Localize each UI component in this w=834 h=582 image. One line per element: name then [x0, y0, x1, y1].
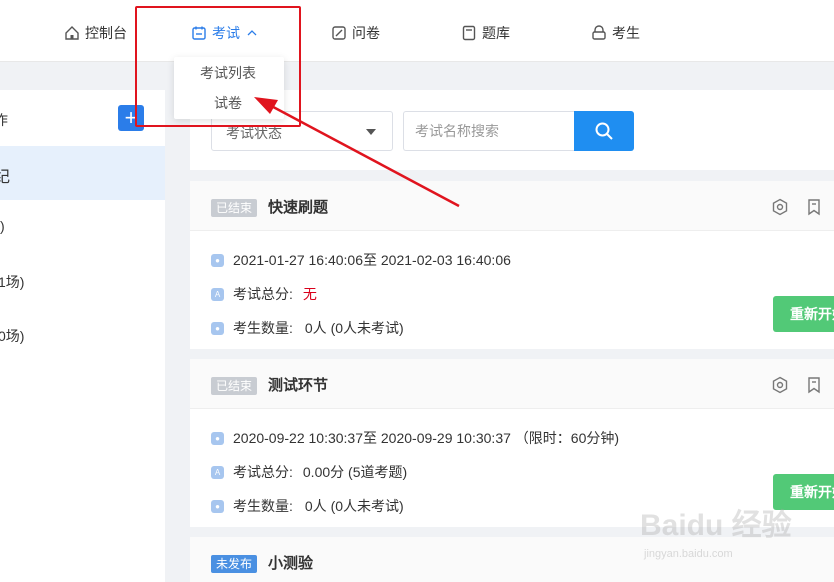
people-icon: ● — [211, 321, 224, 335]
baidu-watermark: Baidu 经验 jingyan.baidu.com — [640, 490, 820, 570]
status-badge: 未发布 — [211, 555, 258, 573]
dropdown-item-paper[interactable]: 试卷 — [214, 93, 242, 113]
exam-title[interactable]: 快速刷题 — [268, 196, 328, 217]
bookmark-icon[interactable] — [805, 198, 823, 216]
score-value: 0.00分 (5道考题) — [302, 464, 408, 480]
add-category-button[interactable]: + — [118, 105, 144, 131]
exam-time-row: ● 2020-09-22 10:30:37至 2020-09-29 10:30:… — [211, 428, 619, 448]
clock-icon: ● — [211, 253, 224, 267]
exam-card: 已结束 快速刷题 ● 2021-01-27 16:40:06至 2021-02-… — [190, 181, 834, 349]
nav-label: 考生 — [612, 25, 640, 41]
nav-label: 控制台 — [85, 25, 127, 41]
exam-name-search-input[interactable] — [403, 111, 575, 151]
score-icon: A — [211, 287, 224, 301]
card-header: 已结束 测试环节 — [190, 359, 834, 409]
count-value: 0人 (0人未考试) — [304, 320, 404, 336]
nav-label: 问卷 — [352, 25, 380, 41]
exam-time-row: ● 2021-01-27 16:40:06至 2021-02-03 16:40:… — [211, 250, 511, 270]
bookmark-icon[interactable] — [805, 376, 823, 394]
score-value: 无 — [302, 286, 317, 302]
plus-icon: + — [124, 105, 138, 130]
card-header: 已结束 快速刷题 — [190, 181, 834, 231]
score-label: 考试总分: — [233, 286, 293, 302]
watermark-url: jingyan.baidu.com — [644, 548, 733, 560]
exam-title[interactable]: 测试环节 — [268, 374, 328, 395]
top-nav: 控制台 考试 问卷 题库 考生 — [0, 0, 834, 62]
sidebar: 作 + 纪 ) 1场) 0场) — [0, 62, 165, 582]
sidebar-item-active[interactable] — [0, 146, 165, 200]
count-label: 考生数量: — [233, 498, 293, 514]
restart-button[interactable]: 重新开始 — [773, 296, 834, 332]
exam-time: 2020-09-22 10:30:37至 2020-09-29 10:30:37… — [233, 430, 620, 446]
exam-title[interactable]: 小测验 — [268, 552, 313, 573]
home-icon — [65, 26, 79, 40]
dropdown-item-exam-list[interactable]: 考试列表 — [200, 63, 256, 83]
nav-item-examinee[interactable]: 考生 — [591, 22, 640, 44]
book-icon — [462, 25, 476, 41]
nav-item-dashboard[interactable]: 控制台 — [64, 22, 127, 44]
nav-item-exam[interactable]: 考试 — [191, 22, 258, 44]
exam-count-row: ● 考生数量: 0人 (0人未考试) — [211, 496, 404, 516]
calendar-icon — [192, 26, 206, 40]
clock-icon: ● — [211, 431, 224, 445]
nav-label: 题库 — [482, 25, 510, 41]
sidebar-item-1[interactable]: ) — [0, 218, 5, 234]
exam-score-row: A 考试总分: 无 — [211, 284, 317, 304]
watermark-brand: Baidu 经验 — [640, 509, 792, 542]
exam-dropdown-menu: 考试列表 试卷 — [174, 57, 284, 119]
settings-icon[interactable] — [771, 376, 789, 394]
exam-count-row: ● 考生数量: 0人 (0人未考试) — [211, 318, 404, 338]
sidebar-item-3[interactable]: 0场) — [0, 326, 24, 346]
people-icon: ● — [211, 499, 224, 513]
sidebar-active-label: 纪 — [0, 169, 11, 186]
nav-label: 考试 — [212, 25, 240, 41]
score-icon: A — [211, 465, 224, 479]
nav-item-survey[interactable]: 问卷 — [331, 22, 380, 44]
sidebar-header-text: 作 — [0, 112, 8, 128]
search-icon — [595, 122, 613, 140]
user-icon — [592, 25, 606, 40]
count-label: 考生数量: — [233, 320, 293, 336]
search-button[interactable] — [574, 111, 634, 151]
count-value: 0人 (0人未考试) — [304, 498, 404, 514]
edit-icon — [332, 26, 346, 40]
status-badge: 已结束 — [211, 199, 258, 217]
settings-icon[interactable] — [771, 198, 789, 216]
status-badge: 已结束 — [211, 377, 258, 395]
exam-score-row: A 考试总分: 0.00分 (5道考题) — [211, 462, 407, 482]
sidebar-item-2[interactable]: 1场) — [0, 272, 24, 292]
score-label: 考试总分: — [233, 464, 293, 480]
select-value: 考试状态 — [226, 125, 282, 141]
exam-time: 2021-01-27 16:40:06至 2021-02-03 16:40:06 — [233, 252, 511, 268]
sidebar-top-strip — [0, 62, 165, 90]
caret-down-icon — [366, 129, 376, 135]
nav-item-question-bank[interactable]: 题库 — [461, 22, 510, 44]
chevron-up-icon — [247, 30, 257, 36]
